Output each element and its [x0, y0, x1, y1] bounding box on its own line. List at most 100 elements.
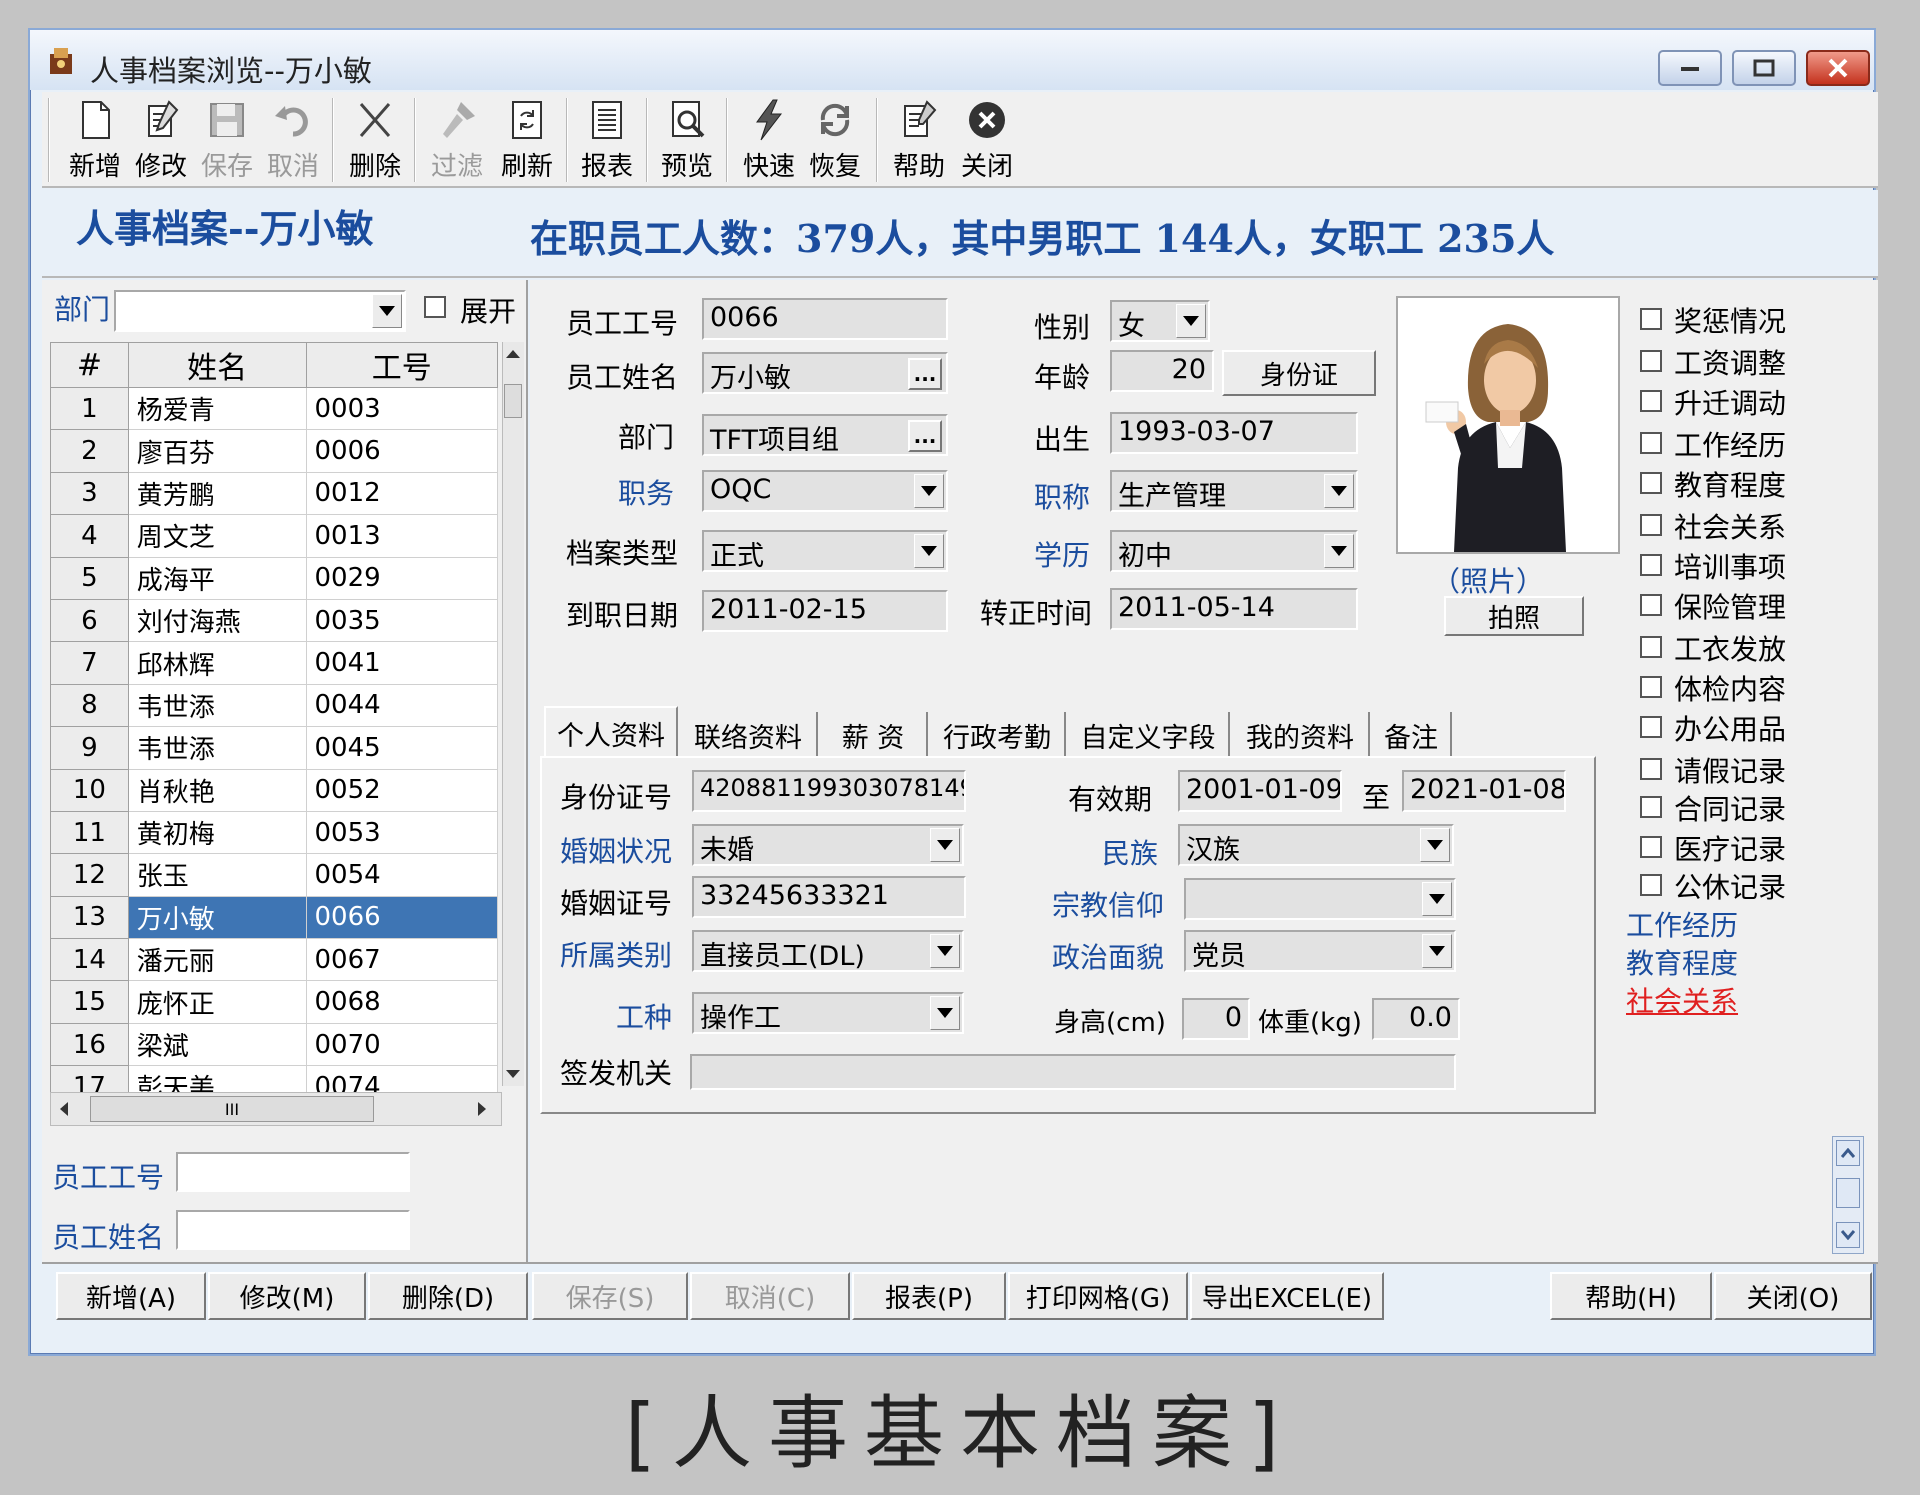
table-row-selected[interactable]: 13 万小敏 0066 — [50, 895, 498, 940]
grid-hscroll-thumb[interactable]: III — [90, 1096, 374, 1122]
checkbox-office-supplies[interactable] — [1640, 716, 1662, 738]
age-field[interactable]: 20 — [1110, 350, 1214, 392]
regular-date-field[interactable]: 2011-05-14 — [1110, 588, 1358, 630]
search-name-input[interactable] — [176, 1210, 410, 1250]
help-button[interactable]: 帮助(H) — [1550, 1272, 1712, 1320]
checkbox-social-relations[interactable] — [1640, 514, 1662, 536]
ethnic-combo[interactable]: 汉族 — [1178, 824, 1454, 866]
table-row[interactable]: 9 韦世添 0045 — [50, 726, 498, 770]
checkbox-salary-adjust[interactable] — [1640, 350, 1662, 372]
tab-personal[interactable]: 个人资料 — [544, 706, 678, 758]
table-row[interactable]: 4 周文芝 0013 — [50, 514, 498, 558]
checkbox-work-history[interactable] — [1640, 432, 1662, 454]
table-row[interactable]: 14 潘元丽 0067 — [50, 938, 498, 982]
chevron-down-icon[interactable] — [1176, 304, 1206, 338]
title-combo[interactable]: 生产管理 — [1110, 470, 1358, 512]
table-row[interactable]: 10 肖秋艳 0052 — [50, 768, 498, 812]
dept-field[interactable]: TFT项目组 ... — [702, 414, 948, 456]
scroll-down-icon[interactable] — [1836, 1222, 1860, 1248]
print-grid-button[interactable]: 打印网格(G) — [1008, 1272, 1188, 1320]
grid-header-index[interactable]: # — [50, 342, 129, 388]
minimize-button[interactable] — [1658, 50, 1722, 86]
grid-header-id[interactable]: 工号 — [305, 342, 498, 388]
toolbar-close-button[interactable]: 关闭 — [954, 96, 1020, 184]
toolbar-help-button[interactable]: 帮助 — [886, 96, 952, 184]
checkbox-promotion[interactable] — [1640, 390, 1662, 412]
expand-checkbox[interactable] — [424, 296, 446, 318]
chevron-down-icon[interactable] — [1422, 934, 1452, 968]
emp-name-field[interactable]: 万小敏 ... — [702, 352, 948, 394]
chevron-down-icon[interactable] — [1324, 534, 1354, 568]
id-card-button[interactable]: 身份证 — [1222, 350, 1376, 396]
toolbar-report-button[interactable]: 报表 — [574, 96, 640, 184]
report-button[interactable]: 报表(P) — [852, 1272, 1006, 1320]
search-id-input[interactable] — [176, 1152, 410, 1192]
checkbox-contract[interactable] — [1640, 796, 1662, 818]
hire-date-field[interactable]: 2011-02-15 — [702, 590, 948, 632]
chevron-down-icon[interactable] — [914, 534, 944, 568]
marriage-cert-field[interactable]: 33245633321 — [692, 876, 966, 918]
scroll-right-icon[interactable] — [478, 1102, 486, 1116]
export-excel-button[interactable]: 导出EXCEL(E) — [1190, 1272, 1384, 1320]
checkbox-public-holiday[interactable] — [1640, 874, 1662, 896]
grid-vscroll-thumb[interactable] — [504, 384, 522, 418]
checkbox-training[interactable] — [1640, 554, 1662, 576]
grid-header-name[interactable]: 姓名 — [127, 342, 307, 388]
tab-salary[interactable]: 薪 资 — [820, 712, 928, 758]
checkbox-uniform[interactable] — [1640, 636, 1662, 658]
id-no-field[interactable]: 420881199303078149 — [692, 770, 966, 812]
education-combo[interactable]: 初中 — [1110, 530, 1358, 572]
checkbox-medical-exam[interactable] — [1640, 676, 1662, 698]
emp-id-field[interactable]: 0066 — [702, 298, 948, 340]
toolbar-refresh-button[interactable]: 刷新 — [494, 96, 560, 184]
toolbar-quick-button[interactable]: 快速 — [736, 96, 802, 184]
file-type-combo[interactable]: 正式 — [702, 530, 948, 572]
weight-field[interactable]: 0.0 — [1372, 998, 1460, 1040]
table-row[interactable]: 12 张玉 0054 — [50, 853, 498, 897]
checkbox-medical[interactable] — [1640, 836, 1662, 858]
checkbox-rewards[interactable] — [1640, 308, 1662, 330]
religion-combo[interactable] — [1184, 878, 1456, 920]
valid-to-field[interactable]: 2021-01-08 — [1402, 770, 1566, 812]
toolbar-cancel-button[interactable]: 取消 — [260, 96, 326, 184]
toolbar-restore-button[interactable]: 恢复 — [802, 96, 868, 184]
work-type-combo[interactable]: 操作工 — [692, 992, 964, 1034]
take-photo-button[interactable]: 拍照 — [1444, 596, 1584, 636]
link-social-relations[interactable]: 社会关系 — [1626, 980, 1738, 1020]
delete-button[interactable]: 删除(D) — [368, 1272, 528, 1320]
employee-photo[interactable] — [1396, 296, 1620, 554]
valid-from-field[interactable]: 2001-01-09 — [1178, 770, 1342, 812]
chevron-down-icon[interactable] — [930, 934, 960, 968]
tab-my-info[interactable]: 我的资料 — [1232, 712, 1370, 758]
toolbar-edit-button[interactable]: 修改 — [128, 96, 194, 184]
table-row[interactable]: 7 邱林辉 0041 — [50, 641, 498, 685]
scroll-thumb[interactable] — [1836, 1178, 1860, 1208]
chevron-down-icon[interactable] — [1324, 474, 1354, 508]
toolbar-preview-button[interactable]: 预览 — [654, 96, 720, 184]
birth-field[interactable]: 1993-03-07 — [1110, 412, 1358, 454]
scroll-down-icon[interactable] — [506, 1070, 520, 1078]
window-close-button[interactable] — [1806, 50, 1870, 86]
checkbox-insurance[interactable] — [1640, 594, 1662, 616]
scroll-up-icon[interactable] — [506, 350, 520, 358]
table-row[interactable]: 8 韦世添 0044 — [50, 683, 498, 728]
table-row[interactable]: 15 庞怀正 0068 — [50, 980, 498, 1024]
dept-lookup-button[interactable]: ... — [908, 420, 942, 452]
tab-contact[interactable]: 联络资料 — [680, 712, 818, 758]
table-row[interactable]: 6 刘付海燕 0035 — [50, 598, 498, 643]
table-row[interactable]: 2 廖百芬 0006 — [50, 429, 498, 473]
table-row[interactable]: 11 黄初梅 0053 — [50, 810, 498, 855]
link-work-history[interactable]: 工作经历 — [1626, 904, 1738, 944]
edit-button[interactable]: 修改(M) — [208, 1272, 366, 1320]
tab-custom-fields[interactable]: 自定义字段 — [1068, 712, 1230, 758]
link-education[interactable]: 教育程度 — [1626, 942, 1738, 982]
position-combo[interactable]: OQC — [702, 470, 948, 512]
political-combo[interactable]: 党员 — [1184, 930, 1456, 972]
chevron-down-icon[interactable] — [930, 828, 960, 862]
toolbar-new-button[interactable]: 新增 — [62, 96, 128, 184]
grid-vscrollbar[interactable] — [502, 342, 524, 1086]
chevron-down-icon[interactable] — [372, 294, 402, 328]
dept-filter-combo[interactable] — [114, 290, 406, 332]
scroll-up-icon[interactable] — [1836, 1140, 1860, 1166]
table-row[interactable]: 5 成海平 0029 — [50, 556, 498, 600]
